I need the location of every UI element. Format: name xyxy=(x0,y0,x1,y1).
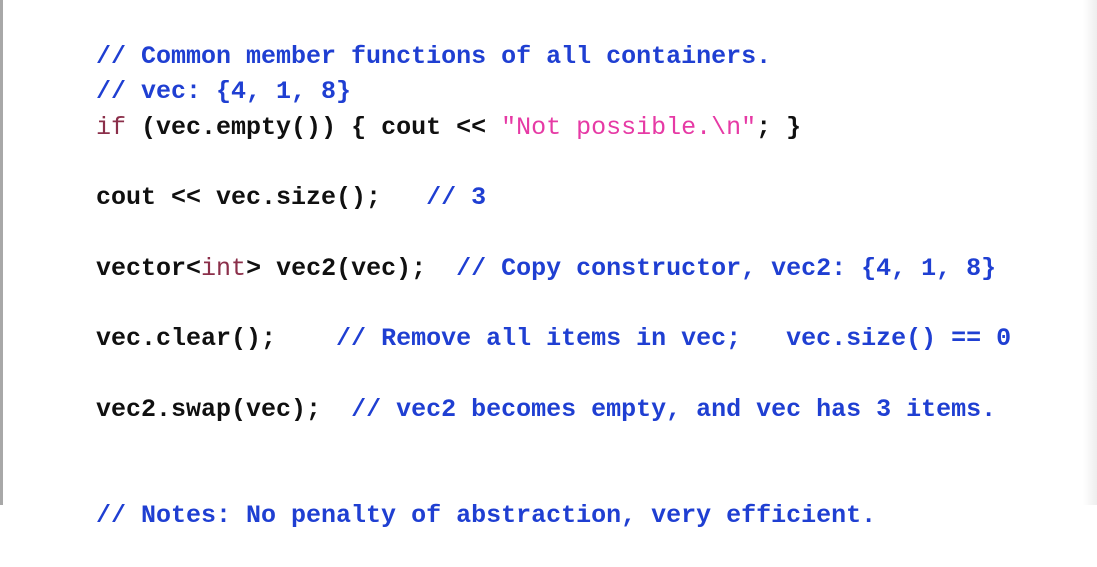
code-text: vector< xyxy=(96,254,202,283)
comment-text: // Copy constructor, vec2: {4, 1, 8} xyxy=(426,254,997,283)
code-line-5: vector<int> vec2(vec); // Copy construct… xyxy=(6,218,996,283)
comment-text: // Notes: No penalty of abstraction, ver… xyxy=(96,501,877,530)
keyword-token: if xyxy=(96,113,127,142)
code-line-7: vec2.swap(vec); // vec2 becomes empty, a… xyxy=(6,359,996,424)
code-text: ; } xyxy=(756,113,802,142)
code-editor[interactable]: // Common member functions of all contai… xyxy=(0,0,1097,530)
code-line-8: // Notes: No penalty of abstraction, ver… xyxy=(6,465,876,530)
editor-left-border xyxy=(0,0,3,505)
code-text: vec2.swap(vec); xyxy=(96,395,322,424)
code-line-6: vec.clear(); // Remove all items in vec;… xyxy=(6,288,1011,353)
editor-right-edge xyxy=(1083,0,1097,505)
code-text: cout << vec.size(); xyxy=(96,183,382,212)
comment-text: // 3 xyxy=(381,183,487,212)
code-line-2: // vec: {4, 1, 8} xyxy=(6,41,351,106)
code-line-4: cout << vec.size(); // 3 xyxy=(6,147,486,212)
code-text: vec.clear(); xyxy=(96,324,277,353)
code-line-3: if (vec.empty()) { cout << "Not possible… xyxy=(6,77,801,142)
string-literal: "Not possible.\n" xyxy=(501,113,757,142)
comment-text: // Remove all items in vec; vec.size() =… xyxy=(276,324,1012,353)
code-text: (vec.empty()) { cout << xyxy=(126,113,502,142)
code-text: > vec2(vec); xyxy=(246,254,427,283)
type-token: int xyxy=(201,254,247,283)
code-line-1: // Common member functions of all contai… xyxy=(6,6,771,71)
comment-text: // vec2 becomes empty, and vec has 3 ite… xyxy=(321,395,997,424)
code-block[interactable]: // Common member functions of all contai… xyxy=(6,0,1011,551)
